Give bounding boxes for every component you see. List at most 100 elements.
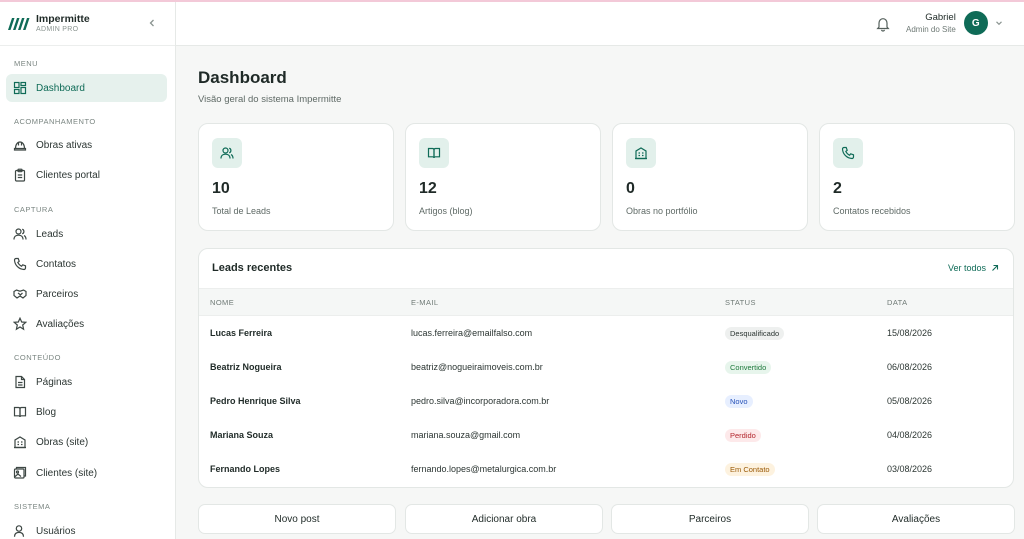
lead-name: Beatriz Nogueira	[210, 362, 282, 372]
lead-name: Lucas Ferreira	[210, 328, 273, 338]
sidebar-item-parceiros[interactable]: Parceiros	[6, 280, 167, 308]
table-row[interactable]: Fernando Lopes fernando.lopes@metalurgic…	[199, 453, 1013, 487]
stat-label: Total de Leads	[212, 206, 271, 216]
status-badge: Desqualificado	[725, 327, 785, 340]
column-header-email: E-MAIL	[411, 298, 439, 307]
brand[interactable]: Impermitte ADMIN PRO	[0, 2, 175, 46]
sidebar-item-label: Usuários	[36, 525, 76, 537]
handshake-icon	[13, 289, 27, 299]
dashboard-icon	[13, 81, 27, 95]
sidebar-item-clientes-portal[interactable]: Clientes portal	[6, 161, 167, 189]
image-icon	[13, 466, 27, 479]
chevron-down-icon[interactable]	[994, 18, 1004, 28]
page-title: Dashboard	[198, 68, 287, 87]
reviews-button[interactable]: Avaliações	[817, 504, 1015, 534]
building-icon	[626, 138, 656, 168]
brand-name: Impermitte	[36, 12, 90, 25]
sidebar-item-label: Parceiros	[36, 288, 79, 300]
partners-button[interactable]: Parceiros	[611, 504, 809, 534]
sidebar-item-leads[interactable]: Leads	[6, 220, 167, 248]
lead-date: 15/08/2026	[887, 328, 933, 338]
stat-value: 2	[833, 180, 842, 197]
lead-email: beatriz@nogueiraimoveis.com.br	[411, 362, 543, 372]
sidebar-item-clientes-site[interactable]: Clientes (site)	[6, 459, 167, 487]
lead-date: 05/08/2026	[887, 396, 933, 406]
stat-label: Contatos recebidos	[833, 206, 911, 216]
brand-subtitle: ADMIN PRO	[36, 25, 79, 33]
stat-card-leads[interactable]: 10 Total de Leads	[198, 123, 394, 231]
table-header: NOME E-MAIL STATUS DATA	[199, 288, 1013, 316]
stat-card-obras[interactable]: 0 Obras no portfólio	[612, 123, 808, 231]
sidebar-item-label: Clientes (site)	[36, 467, 98, 479]
sidebar-item-usuarios[interactable]: Usuários	[6, 517, 167, 539]
section-menu: MENU	[14, 59, 39, 68]
new-post-button[interactable]: Novo post	[198, 504, 396, 534]
building-icon	[14, 436, 26, 449]
lead-email: pedro.silva@incorporadora.com.br	[411, 396, 550, 406]
collapse-sidebar-icon[interactable]	[146, 16, 158, 30]
avatar[interactable]: G	[963, 11, 988, 35]
sidebar-item-label: Avaliações	[36, 318, 85, 330]
sidebar-item-label: Obras (site)	[36, 436, 89, 448]
section-captura: CAPTURA	[14, 205, 54, 214]
sidebar-item-label: Obras ativas	[36, 139, 93, 151]
table-row[interactable]: Pedro Henrique Silva pedro.silva@incorpo…	[199, 385, 1013, 419]
status-badge: Perdido	[725, 429, 761, 442]
lead-name: Pedro Henrique Silva	[210, 396, 301, 406]
phone-icon	[13, 257, 27, 271]
section-acompanhamento: ACOMPANHAMENTO	[14, 117, 96, 126]
table-row[interactable]: Mariana Souza mariana.souza@gmail.com Pe…	[199, 419, 1013, 453]
section-conteudo: CONTEÚDO	[14, 353, 61, 362]
stat-value: 10	[212, 180, 230, 197]
file-icon	[15, 375, 26, 389]
sidebar-item-label: Contatos	[36, 258, 77, 270]
users-icon	[13, 228, 27, 240]
see-all-link[interactable]: Ver todos	[948, 263, 999, 273]
status-badge: Convertido	[725, 361, 772, 374]
lead-date: 03/08/2026	[887, 464, 933, 474]
stat-label: Artigos (blog)	[419, 206, 473, 216]
sidebar-item-blog[interactable]: Blog	[6, 398, 167, 426]
see-all-label: Ver todos	[947, 263, 986, 273]
table-row[interactable]: Beatriz Nogueira beatriz@nogueiraimoveis…	[199, 351, 1013, 385]
column-header-date: DATA	[887, 298, 908, 307]
sidebar-item-avaliacoes[interactable]: Avaliações	[6, 310, 167, 338]
phone-icon	[833, 138, 863, 168]
stat-value: 0	[626, 180, 635, 197]
lead-email: mariana.souza@gmail.com	[411, 430, 521, 440]
sidebar-item-contatos[interactable]: Contatos	[6, 250, 167, 278]
sidebar-item-obras-site[interactable]: Obras (site)	[6, 428, 167, 456]
arrow-up-right-icon	[992, 264, 999, 271]
book-icon	[419, 138, 449, 168]
table-row[interactable]: Lucas Ferreira lucas.ferreira@emailfalso…	[199, 317, 1013, 351]
clipboard-icon	[14, 168, 26, 182]
user-icon	[13, 525, 25, 537]
lead-email: fernando.lopes@metalurgica.com.br	[411, 464, 557, 474]
hard-hat-icon	[13, 141, 27, 151]
page-subtitle: Visão geral do sistema Impermitte	[198, 94, 342, 105]
user-role: Admin do Site	[906, 24, 956, 34]
logo-icon	[8, 17, 30, 30]
column-header-name: NOME	[210, 298, 235, 307]
sidebar: Impermitte ADMIN PRO MENU Dashboard ACOM…	[0, 2, 176, 539]
sidebar-item-label: Dashboard	[36, 82, 85, 94]
book-icon	[13, 406, 27, 418]
stat-card-artigos[interactable]: 12 Artigos (blog)	[405, 123, 601, 231]
user-menu[interactable]: Gabriel Admin do Site G	[906, 11, 1004, 35]
recent-leads-panel: Leads recentes Ver todos NOME E-MAIL STA…	[198, 248, 1014, 488]
recent-leads-title: Leads recentes	[212, 262, 293, 274]
sidebar-item-label: Leads	[36, 228, 64, 240]
users-icon	[212, 138, 242, 168]
sidebar-item-dashboard[interactable]: Dashboard	[6, 74, 167, 102]
sidebar-item-paginas[interactable]: Páginas	[6, 368, 167, 396]
lead-name: Mariana Souza	[210, 430, 274, 440]
stat-value: 12	[419, 180, 437, 197]
sidebar-item-label: Blog	[36, 406, 57, 418]
sidebar-item-obras-ativas[interactable]: Obras ativas	[6, 131, 167, 159]
bell-icon[interactable]	[876, 16, 890, 32]
add-project-button[interactable]: Adicionar obra	[405, 504, 603, 534]
lead-date: 06/08/2026	[887, 362, 933, 372]
section-sistema: SISTEMA	[14, 502, 51, 511]
user-name: Gabriel	[925, 11, 956, 23]
stat-card-contatos[interactable]: 2 Contatos recebidos	[819, 123, 1015, 231]
